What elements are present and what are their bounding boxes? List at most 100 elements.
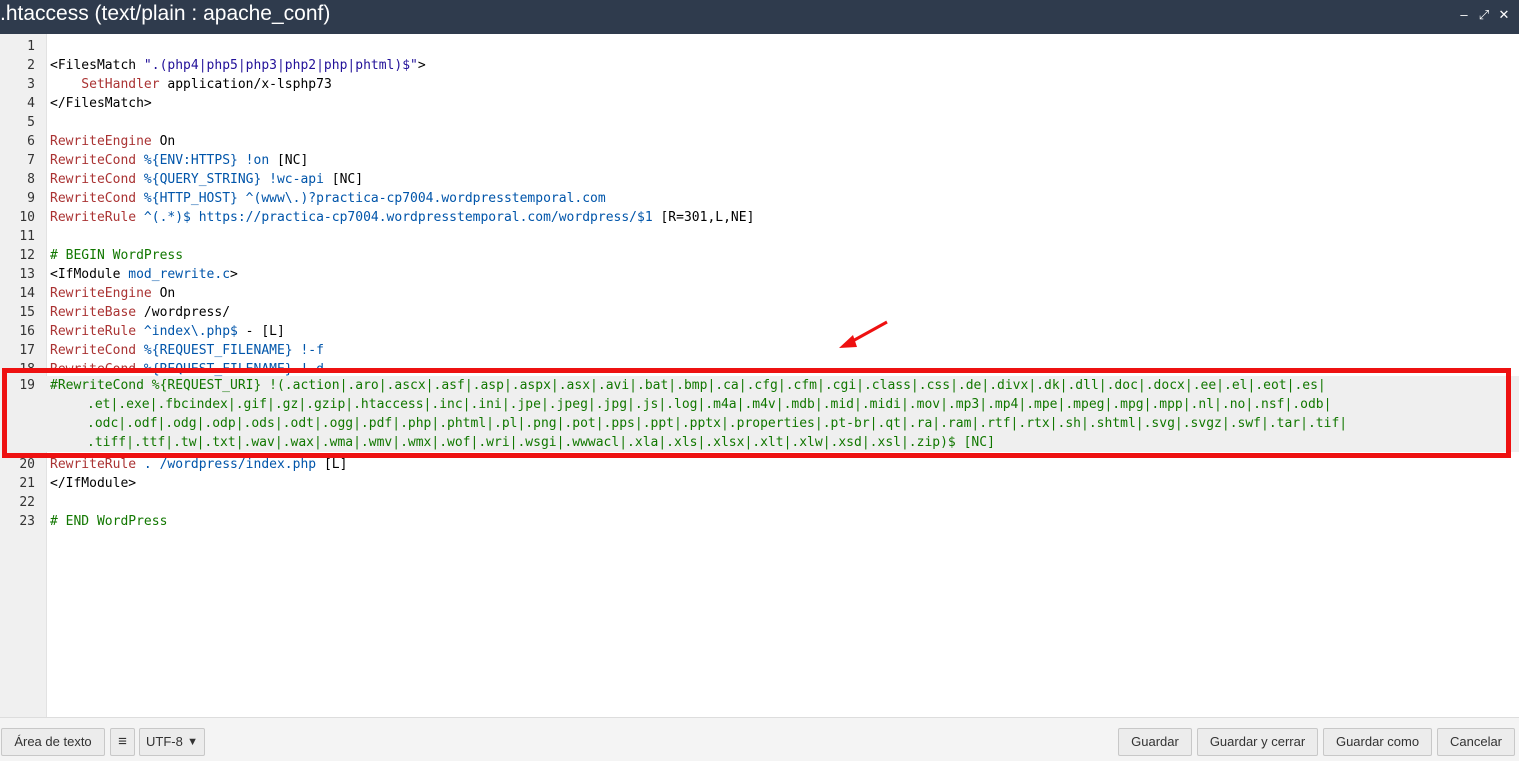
code-line[interactable]: 21 </IfModule> — [0, 474, 1519, 493]
code-line[interactable]: 12 # BEGIN WordPress — [0, 246, 1519, 265]
code-text: </IfModule> — [50, 474, 136, 493]
code-token: %{REQUEST_FILENAME} — [143, 343, 293, 358]
annotation-arrow-icon — [839, 320, 888, 348]
line-number: 8 — [27, 172, 35, 187]
title-bar: .htaccess (text/plain : apache_conf) ‒ ⤢… — [0, 0, 1519, 34]
code-line[interactable]: 1 — [0, 37, 1519, 56]
bottom-toolbar: Área de texto ≡ UTF-8 ▼ Guardar Guardar … — [0, 717, 1519, 761]
code-line[interactable]: 5 — [0, 113, 1519, 132]
code-text: # BEGIN WordPress — [50, 246, 183, 265]
save-as-button[interactable]: Guardar como — [1323, 728, 1432, 756]
code-line[interactable]: 3 SetHandler application/x-lsphp73 — [0, 75, 1519, 94]
line-number: 10 — [19, 210, 35, 225]
code-token: </FilesMatch> — [50, 96, 152, 111]
line-number: 20 — [19, 457, 35, 472]
code-text: <FilesMatch ".(php4|php5|php3|php2|php|p… — [50, 56, 426, 75]
code-line[interactable]: 13 <IfModule mod_rewrite.c> — [0, 265, 1519, 284]
line-number: 17 — [19, 343, 35, 358]
code-line[interactable]: 7 RewriteCond %{ENV:HTTPS} !on [NC] — [0, 151, 1519, 170]
save-button[interactable]: Guardar — [1118, 728, 1192, 756]
code-token: %{QUERY_STRING} — [143, 172, 262, 187]
code-token: !wc-api — [261, 172, 332, 187]
line-number: 9 — [27, 191, 35, 206]
line-number: 5 — [27, 115, 35, 130]
code-line[interactable]: 18 RewriteCond %{REQUEST_FILENAME} !-d — [0, 360, 1519, 379]
window-title: .htaccess (text/plain : apache_conf) — [0, 2, 331, 25]
code-token: </IfModule> — [50, 476, 137, 491]
code-line[interactable]: 4 </FilesMatch> — [0, 94, 1519, 113]
code-text: RewriteCond %{QUERY_STRING} !wc-api [NC] — [50, 170, 363, 189]
code-line[interactable]: 15 RewriteBase /wordpress/ — [0, 303, 1519, 322]
code-token: application/x-lsphp73 — [167, 77, 332, 92]
line-number: 16 — [19, 324, 35, 339]
code-text: RewriteRule ^index\.php$ - [L] — [50, 322, 285, 341]
code-token: %{HTTP_HOST} — [143, 191, 238, 206]
code-token: RewriteCond — [50, 362, 144, 377]
settings-sliders-icon[interactable]: ≡ — [110, 728, 135, 756]
code-token: [R=301,L,NE] — [660, 210, 755, 225]
code-text: RewriteCond %{REQUEST_FILENAME} !-d — [50, 360, 324, 379]
close-icon[interactable]: ✕ — [1495, 6, 1513, 24]
code-token: !on — [237, 153, 277, 168]
line-number: 13 — [19, 267, 35, 282]
code-token: On — [159, 286, 176, 301]
encoding-value: UTF-8 — [146, 734, 183, 749]
code-token: RewriteRule — [50, 210, 144, 225]
restore-icon[interactable]: ⤢ — [1475, 6, 1493, 24]
code-line[interactable]: 11 — [0, 227, 1519, 246]
code-token: - [L] — [237, 324, 285, 339]
code-token: RewriteRule — [50, 457, 144, 472]
code-token: RewriteCond — [50, 172, 144, 187]
code-line[interactable]: 14 RewriteEngine On — [0, 284, 1519, 303]
code-line[interactable]: 23 # END WordPress — [0, 512, 1519, 531]
code-line[interactable]: 2 <FilesMatch ".(php4|php5|php3|php2|php|… — [0, 56, 1519, 75]
line-number: 11 — [19, 229, 35, 244]
code-editor[interactable]: 19 #RewriteCond %{REQUEST_URI} !(.action… — [0, 34, 1519, 717]
code-text: </FilesMatch> — [50, 94, 152, 113]
code-text: RewriteEngine On — [50, 132, 175, 151]
code-token: RewriteCond — [50, 343, 144, 358]
line-number: 12 — [19, 248, 35, 263]
code-text: RewriteCond %{ENV:HTTPS} !on [NC] — [50, 151, 308, 170]
code-text: <IfModule mod_rewrite.c> — [50, 265, 238, 284]
code-line[interactable]: 20 RewriteRule . /wordpress/index.php [L] — [0, 455, 1519, 474]
code-area[interactable]: 19 #RewriteCond %{REQUEST_URI} !(.action… — [0, 34, 1519, 717]
code-token: # END WordPress — [50, 514, 168, 529]
line-number: 14 — [19, 286, 35, 301]
code-token: RewriteEngine — [50, 286, 160, 301]
code-token: mod_rewrite.c — [128, 267, 231, 282]
code-token: > — [417, 58, 426, 73]
textarea-mode-button[interactable]: Área de texto — [1, 728, 105, 756]
code-token: %{REQUEST_FILENAME} — [143, 362, 293, 377]
code-token: On — [159, 134, 176, 149]
code-line[interactable]: 22 — [0, 493, 1519, 512]
code-text: RewriteCond %{HTTP_HOST} ^(www\.)?practi… — [50, 189, 606, 208]
code-token: RewriteRule — [50, 324, 144, 339]
code-text: # END WordPress — [50, 512, 167, 531]
code-token: /wordpress/ — [143, 305, 231, 320]
code-token: RewriteCond — [50, 153, 144, 168]
code-line[interactable]: 8 RewriteCond %{QUERY_STRING} !wc-api [NC… — [0, 170, 1519, 189]
code-token: RewriteEngine — [50, 134, 160, 149]
code-line[interactable]: 10 RewriteRule ^(.*)$ https://practica-cp… — [0, 208, 1519, 227]
code-line-segment: .tiff|.ttf|.tw|.txt|.wav|.wax|.wma|.wmv|… — [87, 435, 995, 450]
code-line[interactable]: 16 RewriteRule ^index\.php$ - [L] — [0, 322, 1519, 341]
cancel-button[interactable]: Cancelar — [1437, 728, 1515, 756]
highlighted-code-line[interactable]: 19 #RewriteCond %{REQUEST_URI} !(.action… — [0, 376, 1519, 452]
code-token: ^(.*)$ https://practica-cp7004.wordpress… — [143, 210, 661, 225]
minimize-icon[interactable]: ‒ — [1455, 6, 1473, 24]
line-number: 23 — [19, 514, 35, 529]
save-and-close-button[interactable]: Guardar y cerrar — [1197, 728, 1318, 756]
line-number: 15 — [19, 305, 35, 320]
line-number: 22 — [19, 495, 35, 510]
code-text: RewriteCond %{REQUEST_FILENAME} !-f — [50, 341, 324, 360]
code-token: ^(www\.)?practica-cp7004.wordpresstempor… — [237, 191, 606, 206]
encoding-select[interactable]: UTF-8 ▼ — [139, 728, 205, 756]
code-line[interactable]: 17 RewriteCond %{REQUEST_FILENAME} !-f — [0, 341, 1519, 360]
code-line[interactable]: 6 RewriteEngine On — [0, 132, 1519, 151]
code-line[interactable]: 9 RewriteCond %{HTTP_HOST} ^(www\.)?pract… — [0, 189, 1519, 208]
line-number: 21 — [19, 476, 35, 491]
chevron-down-icon: ▼ — [187, 736, 198, 748]
code-token: RewriteCond — [50, 191, 144, 206]
code-token: # BEGIN WordPress — [50, 248, 184, 263]
